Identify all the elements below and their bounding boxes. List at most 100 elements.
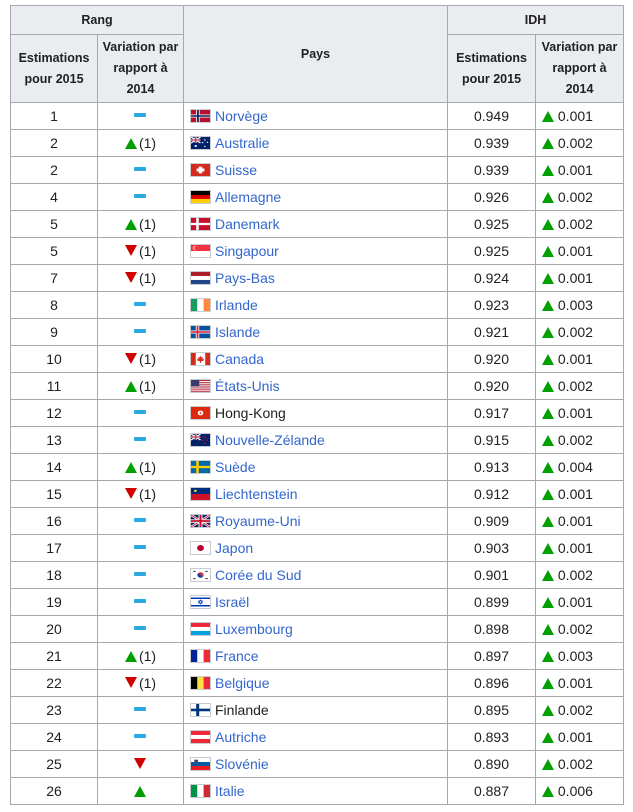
- idh-value-cell: 0.939: [447, 156, 536, 184]
- iceland-flag-icon[interactable]: [190, 325, 211, 339]
- country-cell: Luxembourg: [183, 615, 448, 643]
- switzerland-flag-icon[interactable]: [190, 163, 211, 177]
- table-row: 13 Nouvelle-Zélande 0.915 0.002: [10, 426, 624, 454]
- idh-change-cell: 0.006: [535, 777, 624, 805]
- southkorea-flag-icon[interactable]: [190, 568, 211, 582]
- no-change-dash-icon: [133, 410, 146, 414]
- country-link[interactable]: Suisse: [215, 162, 257, 178]
- country-cell: Japon: [183, 534, 448, 562]
- country-link[interactable]: Pays-Bas: [215, 270, 275, 286]
- country-link[interactable]: Royaume-Uni: [215, 513, 301, 529]
- country-cell: Italie: [183, 777, 448, 805]
- idh-change-cell: 0.002: [535, 183, 624, 211]
- liechtenstein-flag-icon[interactable]: [190, 487, 211, 501]
- table-row: 19 Israël 0.899 0.001: [10, 588, 624, 616]
- rank-cell: 13: [10, 426, 98, 454]
- idh-change-text: 0.001: [557, 162, 593, 178]
- country-link[interactable]: États-Unis: [215, 378, 280, 394]
- idh-change-cell: 0.001: [535, 264, 624, 292]
- country-link[interactable]: Islande: [215, 324, 260, 340]
- table-row: 11 (1) États-Unis 0.920 0.002: [10, 372, 624, 400]
- country-link[interactable]: Italie: [215, 783, 245, 799]
- country-cell: Pays-Bas: [183, 264, 448, 292]
- country-link[interactable]: Canada: [215, 351, 264, 367]
- country-link[interactable]: Autriche: [215, 729, 266, 745]
- country-link[interactable]: Irlande: [215, 297, 258, 313]
- rank-down-arrow-icon: [124, 353, 137, 364]
- italy-flag-icon[interactable]: [190, 784, 211, 798]
- rank-down-arrow-icon: [124, 272, 137, 283]
- idh-value-cell: 0.890: [447, 750, 536, 778]
- netherlands-flag-icon[interactable]: [190, 271, 211, 285]
- country-link[interactable]: Allemagne: [215, 189, 281, 205]
- country-link[interactable]: Singapour: [215, 243, 279, 259]
- rank-change-cell: [97, 507, 184, 535]
- australia-flag-icon[interactable]: [190, 136, 211, 150]
- rank-change-text: (1): [138, 135, 157, 151]
- rank-change-cell: (1): [97, 372, 184, 400]
- rang-variation-header: Variation par rapport à 2014: [97, 34, 184, 103]
- table-row: 5 (1) Singapour 0.925 0.001: [10, 237, 624, 265]
- country-link[interactable]: Hong-Kong: [215, 405, 286, 421]
- rank-up-arrow-icon: [124, 219, 137, 230]
- rank-up-arrow-icon: [124, 381, 137, 392]
- increase-arrow-icon: [542, 219, 554, 230]
- country-link[interactable]: France: [215, 648, 259, 664]
- table-row: 18 Corée du Sud 0.901 0.002: [10, 561, 624, 589]
- country-link[interactable]: Israël: [215, 594, 249, 610]
- usa-flag-icon[interactable]: [190, 379, 211, 393]
- country-link[interactable]: Australie: [215, 135, 269, 151]
- idh-change-text: 0.002: [557, 621, 593, 637]
- country-link[interactable]: Corée du Sud: [215, 567, 301, 583]
- country-link[interactable]: Norvège: [215, 108, 268, 124]
- uk-flag-icon[interactable]: [190, 514, 211, 528]
- no-change-dash-icon: [133, 626, 146, 630]
- idh-value-cell: 0.887: [447, 777, 536, 805]
- rank-cell: 22: [10, 669, 98, 697]
- idh-value-cell: 0.926: [447, 183, 536, 211]
- singapore-flag-icon[interactable]: [190, 244, 211, 258]
- idh-value-cell: 0.896: [447, 669, 536, 697]
- newzealand-flag-icon[interactable]: [190, 433, 211, 447]
- no-change-dash-icon: [133, 329, 146, 333]
- table-row: 1 Norvège 0.949 0.001: [10, 102, 624, 130]
- idh-value-cell: 0.923: [447, 291, 536, 319]
- country-link[interactable]: Danemark: [215, 216, 280, 232]
- country-link[interactable]: Luxembourg: [215, 621, 293, 637]
- finland-flag-icon[interactable]: [190, 703, 211, 717]
- country-link[interactable]: Slovénie: [215, 756, 269, 772]
- increase-arrow-icon: [542, 678, 554, 689]
- country-link[interactable]: Liechtenstein: [215, 486, 298, 502]
- austria-flag-icon[interactable]: [190, 730, 211, 744]
- sweden-flag-icon[interactable]: [190, 460, 211, 474]
- hongkong-flag-icon[interactable]: [190, 406, 211, 420]
- idh-change-text: 0.003: [557, 648, 593, 664]
- rank-cell: 5: [10, 237, 98, 265]
- belgium-flag-icon[interactable]: [190, 676, 211, 690]
- idh-value-cell: 0.893: [447, 723, 536, 751]
- idh-change-text: 0.002: [557, 135, 593, 151]
- country-cell: France: [183, 642, 448, 670]
- ireland-flag-icon[interactable]: [190, 298, 211, 312]
- denmark-flag-icon[interactable]: [190, 217, 211, 231]
- country-link[interactable]: Nouvelle-Zélande: [215, 432, 325, 448]
- rank-change-text: (1): [138, 486, 157, 502]
- idh-value-cell: 0.901: [447, 561, 536, 589]
- norway-flag-icon[interactable]: [190, 109, 211, 123]
- no-change-dash-icon: [133, 302, 146, 306]
- luxembourg-flag-icon[interactable]: [190, 622, 211, 636]
- japan-flag-icon[interactable]: [190, 541, 211, 555]
- country-link[interactable]: Suède: [215, 459, 255, 475]
- country-link[interactable]: Belgique: [215, 675, 270, 691]
- france-flag-icon[interactable]: [190, 649, 211, 663]
- idh-change-cell: 0.003: [535, 642, 624, 670]
- idh-value-cell: 0.913: [447, 453, 536, 481]
- rank-change-text: (1): [138, 675, 157, 691]
- country-link[interactable]: Japon: [215, 540, 253, 556]
- country-link[interactable]: Finlande: [215, 702, 269, 718]
- table-row: 16 Royaume-Uni 0.909 0.001: [10, 507, 624, 535]
- canada-flag-icon[interactable]: [190, 352, 211, 366]
- slovenia-flag-icon[interactable]: [190, 757, 211, 771]
- germany-flag-icon[interactable]: [190, 190, 211, 204]
- israel-flag-icon[interactable]: [190, 595, 211, 609]
